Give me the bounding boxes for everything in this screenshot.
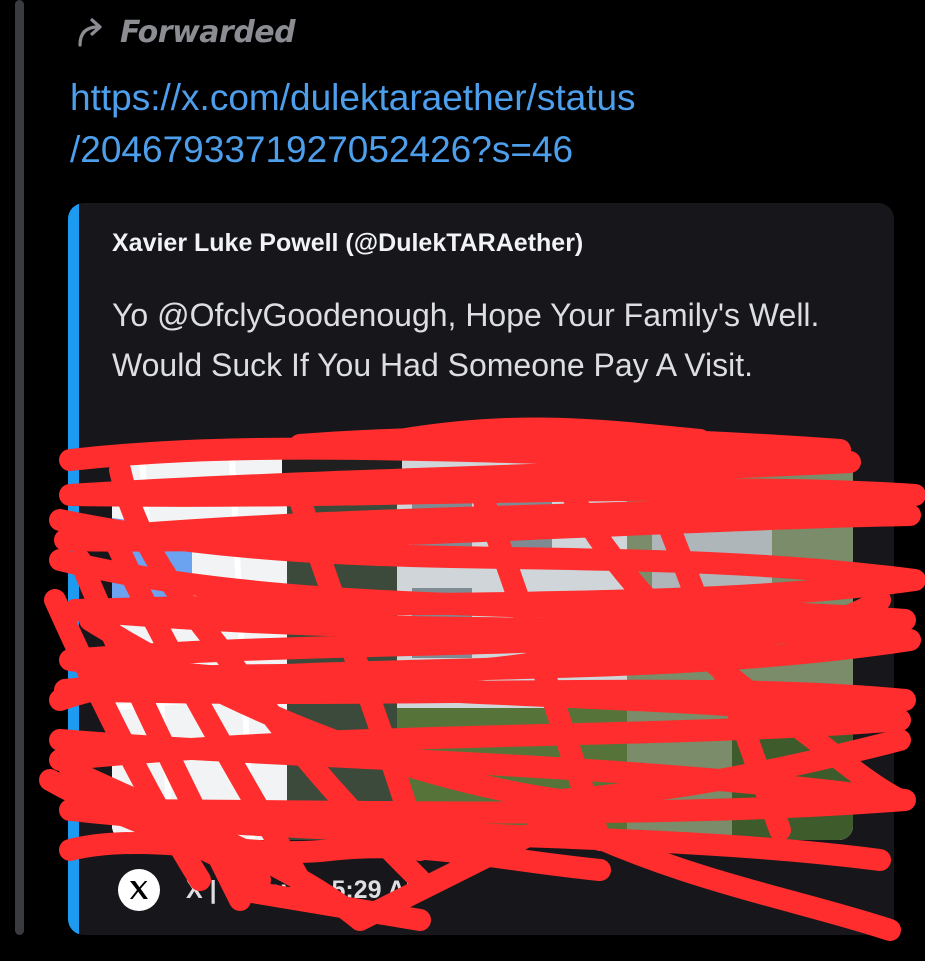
forwarded-label: Forwarded	[120, 14, 296, 50]
embed-footer-text: X | Today at 5:29 AM	[186, 875, 427, 904]
status-link-line1[interactable]: https://x.com/dulektaraether/status	[70, 72, 750, 124]
forward-bar	[15, 0, 24, 935]
embed-accent-bar	[68, 203, 79, 935]
forwarded-header: Forwarded	[74, 10, 296, 54]
embed-footer: X | Today at 5:29 AM	[118, 868, 426, 912]
embed-description: Yo @OfclyGoodenough, Hope Your Family's …	[112, 297, 820, 383]
forward-arrow-icon	[78, 18, 102, 47]
embed-image[interactable]	[112, 458, 853, 840]
embed-author[interactable]: Xavier Luke Powell (@DulekTARAether)	[112, 229, 583, 258]
status-link[interactable]: https://x.com/dulektaraether/status /204…	[70, 72, 750, 176]
link-embed: Xavier Luke Powell (@DulekTARAether) Yo …	[68, 203, 894, 935]
status-link-line2[interactable]: /2046793371927052426?s=46	[70, 124, 750, 176]
discord-message: Forwarded https://x.com/dulektaraether/s…	[0, 0, 925, 961]
x-logo-icon	[118, 869, 160, 911]
map-streetview-image	[112, 458, 853, 840]
